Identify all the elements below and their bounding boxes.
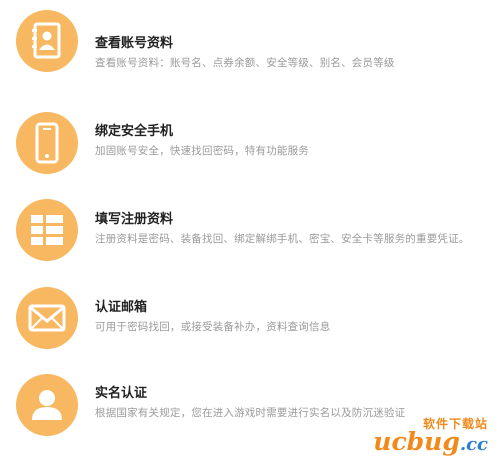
service-description: 查看账号资料：账号名、点券余额、安全等级、别名、会员等级 (95, 57, 395, 69)
account-services-page: 查看账号资料 查看账号资料：账号名、点券余额、安全等级、别名、会员等级 绑定安全… (0, 0, 500, 463)
service-item-registration-info[interactable]: 填写注册资料 注册资料是密码、装备找回、绑定解绑手机、密宝、安全卡等服务的重要凭… (0, 180, 500, 261)
watermark-suffix: .cc (459, 434, 488, 455)
watermark-main-text: ucbug (373, 427, 460, 456)
service-description: 可用于密码找回，或接受装备补办，资料查询信息 (95, 321, 331, 333)
service-description: 注册资料是密码、装备找回、绑定解绑手机、密宝、安全卡等服务的重要凭证。 (95, 233, 470, 245)
service-item-bind-phone[interactable]: 绑定安全手机 加固账号安全，快速找回密码，特有功能服务 (0, 90, 500, 174)
service-title: 绑定安全手机 (95, 124, 174, 139)
form-list-icon (16, 199, 78, 261)
service-title: 实名认证 (95, 386, 148, 401)
service-title: 填写注册资料 (95, 212, 174, 227)
person-silhouette-icon (16, 374, 78, 436)
contact-book-icon (16, 10, 78, 72)
watermark-logo: ucbug.cc (373, 427, 488, 456)
service-description: 加固账号安全，快速找回密码，特有功能服务 (95, 145, 309, 157)
site-watermark: 软件下载站 ucbug.cc (342, 413, 492, 459)
envelope-icon (16, 287, 78, 349)
service-title: 认证邮箱 (95, 300, 148, 315)
service-item-view-account[interactable]: 查看账号资料 查看账号资料：账号名、点券余额、安全等级、别名、会员等级 (0, 0, 500, 80)
mobile-phone-icon (16, 112, 78, 174)
service-item-verify-email[interactable]: 认证邮箱 可用于密码找回，或接受装备补办，资料查询信息 (0, 270, 500, 350)
service-title: 查看账号资料 (95, 36, 174, 51)
